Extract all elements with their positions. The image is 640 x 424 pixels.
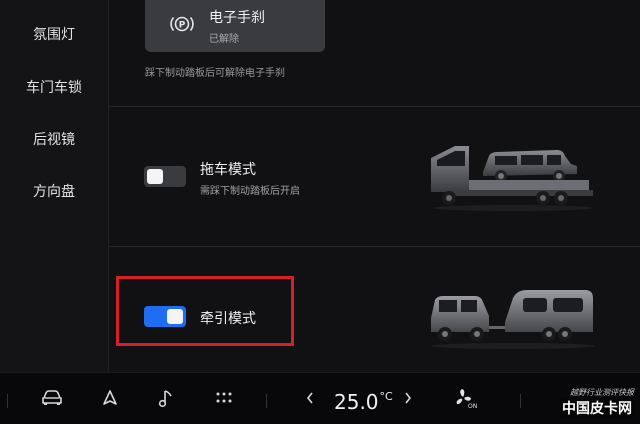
tow-mode-toggle[interactable] xyxy=(144,166,186,187)
electronic-parking-brake-button[interactable]: P 电子手刹 已解除 xyxy=(145,0,325,52)
navigation-icon[interactable] xyxy=(94,372,126,424)
dock-separator xyxy=(266,394,267,408)
flatbed-truck-illustration xyxy=(431,146,593,211)
ebrake-status: 已解除 xyxy=(209,34,239,45)
fan-button[interactable]: ON xyxy=(446,372,480,424)
temperature-unit: °C xyxy=(379,390,393,403)
sidebar-item-mirrors[interactable]: 后视镜 xyxy=(0,129,108,149)
temperature-value: 25.0 xyxy=(334,390,379,414)
chevron-left-icon xyxy=(306,392,313,404)
section-divider xyxy=(109,246,640,247)
settings-panel: P 电子手刹 已解除 踩下制动踏板后可解除电子手刹 拖车模式 需踩下制动踏板后开… xyxy=(109,0,640,372)
music-icon[interactable] xyxy=(150,372,182,424)
ebrake-title: 电子手刹 xyxy=(209,10,265,26)
sidebar-item-steering-wheel[interactable]: 方向盘 xyxy=(0,181,108,201)
towing-caravan-illustration xyxy=(431,290,595,349)
parking-brake-icon: P xyxy=(170,16,194,32)
temp-decrease-button[interactable] xyxy=(300,372,320,424)
sidebar-item-door-lock[interactable]: 车门车锁 xyxy=(0,77,108,97)
dock-separator xyxy=(520,394,521,408)
watermark-tagline: 越野行业测评快报 xyxy=(570,388,634,397)
trailer-mode-title: 牵引模式 xyxy=(200,311,256,327)
apps-grid-icon[interactable] xyxy=(208,372,240,424)
sidebar-item-ambient-light[interactable]: 氛围灯 xyxy=(0,24,108,44)
chevron-right-icon xyxy=(405,392,412,404)
ebrake-hint: 踩下制动踏板后可解除电子手刹 xyxy=(145,68,285,79)
svg-text:P: P xyxy=(179,21,186,31)
dock-separator xyxy=(7,394,8,408)
car-icon[interactable] xyxy=(36,372,68,424)
temp-increase-button[interactable] xyxy=(398,372,418,424)
watermark: 越野行业测评快报 中国皮卡网 xyxy=(560,387,634,418)
tow-mode-title: 拖车模式 xyxy=(200,162,256,178)
fan-on-label: ON xyxy=(468,403,478,410)
trailer-mode-toggle[interactable] xyxy=(144,306,186,327)
toggle-knob xyxy=(167,309,183,324)
watermark-site-name: 中国皮卡网 xyxy=(560,398,634,418)
section-divider xyxy=(109,106,640,107)
settings-sidebar: 氛围灯 车门车锁 后视镜 方向盘 xyxy=(0,0,108,372)
toggle-knob xyxy=(147,169,163,184)
tow-mode-subtitle: 需踩下制动踏板后开启 xyxy=(200,186,300,197)
temperature-readout: 25.0°C xyxy=(334,390,393,414)
